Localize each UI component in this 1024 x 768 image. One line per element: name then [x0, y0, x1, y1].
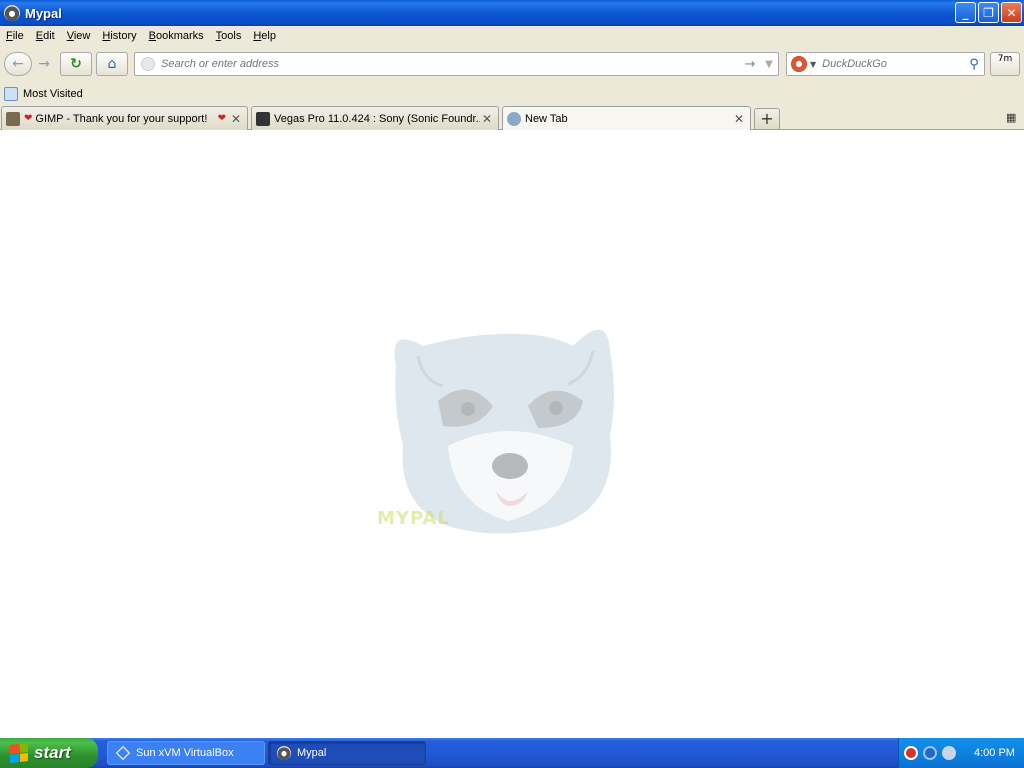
bookmarks-toolbar: Most Visited [0, 84, 1024, 104]
start-button[interactable]: start [0, 738, 98, 768]
menu-bar: File Edit View History Bookmarks Tools H… [0, 26, 1024, 46]
tab-close-icon[interactable]: ✕ [480, 112, 494, 126]
menu-bookmarks[interactable]: Bookmarks [143, 30, 210, 42]
go-arrow-icon[interactable]: → [740, 57, 760, 72]
system-tray: 4:00 PM [898, 738, 1024, 768]
globe-favicon-icon [507, 112, 521, 126]
menu-history[interactable]: History [96, 30, 142, 42]
clock[interactable]: 4:00 PM [974, 747, 1015, 759]
site-identity-icon[interactable] [141, 57, 155, 71]
history-dropdown-icon[interactable]: ▼ [760, 59, 778, 70]
navigation-toolbar: ← → ↻ ⌂ → ▼ ▼ ⚲ 7m [0, 48, 1024, 80]
duckduckgo-icon[interactable] [791, 56, 807, 72]
home-button[interactable]: ⌂ [96, 52, 128, 76]
tab-gimp-label: GIMP - Thank you for your support! [35, 113, 214, 125]
tab-vegas[interactable]: Vegas Pro 11.0.424 : Sony (Sonic Foundr.… [251, 106, 499, 130]
taskbar-item-label: Mypal [297, 747, 327, 759]
taskbar-item-label: Sun xVM VirtualBox [136, 747, 234, 759]
toolbar-extra-label: 7m [997, 54, 1013, 64]
security-shield-icon[interactable] [904, 746, 918, 760]
maximize-button[interactable]: ❐ [978, 2, 999, 23]
vegas-favicon-icon [256, 111, 270, 126]
list-all-tabs-icon[interactable]: ▦ [1006, 111, 1020, 125]
title-bar: Mypal _ ❐ ✕ [0, 0, 1024, 26]
start-label: start [34, 743, 71, 762]
search-input[interactable] [822, 58, 964, 70]
mypal-watermark: MYPAL [377, 508, 450, 529]
mypal-app-icon[interactable] [4, 5, 20, 21]
tab-close-icon[interactable]: ✕ [732, 112, 746, 126]
address-bar[interactable]: → ▼ [134, 52, 779, 76]
tab-gimp[interactable]: ❤ GIMP - Thank you for your support! ❤ ✕ [1, 106, 248, 130]
taskbar: start Sun xVM VirtualBox Mypal 4:00 PM [0, 738, 1024, 768]
tab-gimp-label-prefix: GIMP - [35, 112, 73, 125]
back-arrow-icon: ← [12, 56, 24, 72]
heart-icon: ❤ [24, 113, 33, 124]
window-title: Mypal [25, 5, 62, 21]
taskbar-item-virtualbox[interactable]: Sun xVM VirtualBox [107, 741, 265, 765]
most-visited-icon [4, 87, 18, 101]
forward-arrow-icon: → [38, 56, 50, 72]
windows-flag-icon [10, 743, 28, 763]
tab-vegas-label: Vegas Pro 11.0.424 : Sony (Sonic Foundr.… [274, 112, 480, 125]
address-input[interactable] [161, 58, 740, 70]
taskbar-item-mypal[interactable]: Mypal [268, 741, 426, 765]
window-controls: _ ❐ ✕ [955, 2, 1022, 23]
back-button[interactable]: ← [4, 52, 32, 76]
plus-icon: + [760, 109, 774, 128]
volume-icon[interactable] [942, 746, 956, 760]
gimp-favicon-icon [6, 111, 20, 126]
menu-tools[interactable]: Tools [210, 30, 248, 42]
reload-icon: ↻ [70, 56, 82, 72]
browser-chrome: File Edit View History Bookmarks Tools H… [0, 26, 1024, 131]
menu-file[interactable]: File [0, 30, 30, 42]
toolbar-extra-button[interactable]: 7m [990, 52, 1020, 76]
tab-strip: ❤ GIMP - Thank you for your support! ❤ ✕… [0, 106, 1024, 131]
most-visited-bookmark[interactable]: Most Visited [23, 88, 83, 100]
network-icon[interactable] [923, 746, 937, 760]
menu-edit[interactable]: Edit [30, 30, 61, 42]
minimize-button[interactable]: _ [955, 2, 976, 23]
page-content: MYPAL [0, 130, 1024, 738]
reload-button[interactable]: ↻ [60, 52, 92, 76]
tab-new-tab[interactable]: New Tab ✕ [502, 106, 751, 131]
close-button[interactable]: ✕ [1001, 2, 1022, 23]
forward-button[interactable]: → [32, 52, 56, 76]
search-icon[interactable]: ⚲ [964, 57, 984, 72]
search-bar[interactable]: ▼ ⚲ [786, 52, 985, 76]
tab-gimp-label-suffix: Thank you for your support! [72, 112, 208, 125]
tab-close-icon[interactable]: ✕ [229, 112, 243, 126]
virtualbox-cube-icon [115, 745, 131, 761]
engine-dropdown-icon[interactable]: ▼ [810, 60, 816, 69]
home-icon: ⌂ [107, 56, 117, 72]
heart-icon-trailing: ❤ [217, 113, 226, 124]
mypal-raccoon-icon [277, 746, 291, 760]
new-tab-button[interactable]: + [754, 108, 780, 130]
menu-view[interactable]: View [61, 30, 97, 42]
tab-new-tab-label: New Tab [525, 113, 568, 125]
menu-help[interactable]: Help [247, 30, 282, 42]
